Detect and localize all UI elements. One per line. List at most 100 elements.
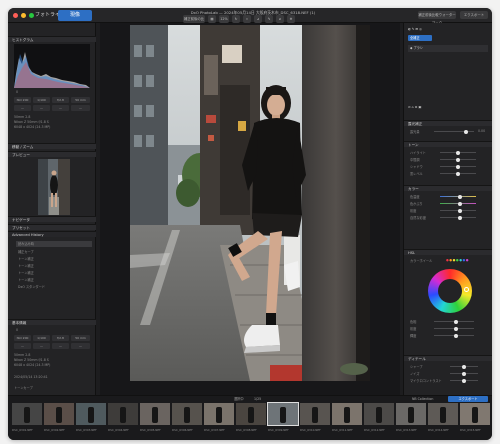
brush-tool-label: ブラシ <box>413 46 423 50</box>
filmstrip-thumbnail[interactable] <box>140 403 170 425</box>
color-wheel[interactable] <box>428 269 472 313</box>
left-panel: ヒストグラム ☾ 0 ISO 200 1/100 f/2.8 50 mm — —… <box>8 23 96 395</box>
rotate-icon[interactable]: ↻ <box>232 15 240 23</box>
collection-label[interactable]: NB Collection <box>412 396 433 402</box>
zoom-readout[interactable]: 12% <box>219 15 229 23</box>
detail-slider[interactable] <box>450 378 478 383</box>
hsl-hue-slider[interactable] <box>434 319 474 324</box>
export-top-button[interactable]: エクスポート <box>460 11 488 19</box>
history-item[interactable]: トーン補正 <box>18 263 34 268</box>
tone-slider[interactable] <box>440 150 476 155</box>
right-panel: ◐ ✎ ⊞ ◎ 全補正 ◆ ブラシ ⊘ ⌂ ⊗ ▣ 露光補正 露光量 0.00 … <box>403 23 492 395</box>
info-date: 2024/05/14 13:20:41 <box>14 375 48 379</box>
filmstrip-thumbnail[interactable] <box>396 403 426 425</box>
minimize-window-button[interactable] <box>21 13 26 18</box>
navigator-preview[interactable] <box>38 159 70 215</box>
filmstrip-label: DSC_6310.NEF <box>300 428 321 432</box>
history-item[interactable]: DxO スタンダード <box>18 284 45 289</box>
filmstrip-count: 選択中 <box>234 397 244 401</box>
workspace-button[interactable]: 補正前後比較ウォーターマーク <box>418 11 456 25</box>
thumbnail-figure <box>312 407 318 423</box>
move-zoom-header[interactable]: 移動 / ズーム <box>8 143 96 149</box>
exposure-section-header[interactable]: 露光補正 <box>404 120 492 126</box>
hsl-channel-dots[interactable]: ●●●●●●● <box>446 258 469 262</box>
history-item[interactable]: トーン補正 <box>18 256 34 261</box>
filmstrip-position: 1/25 <box>254 397 262 401</box>
thumbnail-figure <box>184 407 190 423</box>
close-window-button[interactable] <box>13 13 18 18</box>
moon-icon[interactable]: ☾ <box>16 83 19 87</box>
eyedropper-icon[interactable]: ⌀ <box>276 15 284 23</box>
history-item-selected[interactable]: 読み込み時 <box>16 241 92 247</box>
filmstrip-thumbnail[interactable] <box>332 403 362 425</box>
filmstrip-thumbnail[interactable] <box>108 403 138 425</box>
hsl-luminance-slider[interactable] <box>434 333 474 338</box>
title-bar: フォトライブラリ 現像 DxO PhotoLab — 2024年05月14日 大… <box>8 8 492 29</box>
filmstrip-thumbnail[interactable] <box>300 403 330 425</box>
history-item[interactable]: トーン補正 <box>18 270 34 275</box>
detail-section-header[interactable]: ディテール <box>404 355 492 361</box>
brush-icon[interactable]: ✎ <box>265 15 273 23</box>
filmstrip-thumbnail[interactable] <box>44 403 74 425</box>
history-item[interactable]: トーン補正 <box>18 277 34 282</box>
histogram-field: — <box>52 105 69 111</box>
pin-icon[interactable]: ⊕ <box>287 15 295 23</box>
hsl-saturation-slider[interactable] <box>434 326 474 331</box>
presets-header[interactable]: プリセット <box>8 224 96 230</box>
tone-slider[interactable] <box>440 171 476 176</box>
detail-slider[interactable] <box>450 371 478 376</box>
filmstrip-thumbnail[interactable] <box>267 402 299 426</box>
crop-icon[interactable]: ⌗ <box>243 15 251 23</box>
detail-slider[interactable] <box>450 364 478 369</box>
hsl-label: 彩度 <box>410 327 417 331</box>
preview-header[interactable]: プレビュー <box>8 151 96 157</box>
temperature-slider[interactable] <box>440 194 476 199</box>
filmstrip-thumbnail[interactable] <box>204 403 234 425</box>
tone-section-header[interactable]: トーン <box>404 141 492 147</box>
grid-icon[interactable]: ▦ <box>208 15 216 23</box>
histogram-focal: 50 mm <box>71 97 90 103</box>
brush-tool-row[interactable]: ◆ ブラシ <box>408 45 488 52</box>
hsl-mode[interactable]: カラーホイール <box>410 258 432 263</box>
export-button[interactable]: エクスポート <box>448 396 488 402</box>
tint-slider[interactable] <box>440 201 476 206</box>
info-field: — <box>33 343 50 349</box>
saturation-slider[interactable] <box>440 208 476 213</box>
histogram-header[interactable]: ヒストグラム <box>8 36 96 42</box>
info-aperture: f/2.8 <box>52 335 69 341</box>
filmstrip-label: DSC_6308.NEF <box>236 428 257 432</box>
filmstrip-thumbnail[interactable] <box>460 403 490 425</box>
filmstrip-thumbnail[interactable] <box>364 403 394 425</box>
filmstrip-thumbnail[interactable] <box>428 403 458 425</box>
thumbnail-figure <box>344 407 350 423</box>
tone-slider[interactable] <box>440 157 476 162</box>
main-photo[interactable] <box>130 25 370 381</box>
straighten-icon[interactable]: ⊿ <box>254 15 262 23</box>
filmstrip-thumbnail[interactable] <box>12 403 42 425</box>
filmstrip-thumbnail[interactable] <box>172 403 202 425</box>
tone-slider[interactable] <box>440 164 476 169</box>
info-header[interactable]: 基本情報 <box>8 319 96 325</box>
advanced-history-header[interactable]: Advanced History <box>8 231 96 237</box>
history-item[interactable]: 補正カーブ <box>18 249 34 254</box>
image-viewer[interactable] <box>100 23 400 395</box>
thumbnail-figure <box>440 407 446 423</box>
hsl-section-header[interactable]: HSL <box>404 249 492 255</box>
filmstrip-label: DSC_6314.NEF <box>428 428 449 432</box>
vibrance-slider[interactable] <box>440 215 476 220</box>
exif-line: Nikon Z 50mm f/1.8 S <box>14 120 49 124</box>
filmstrip-thumbnail[interactable] <box>236 403 266 425</box>
compare-button[interactable]: 補正前後の比較 <box>183 15 205 29</box>
color-section-header[interactable]: カラー <box>404 185 492 191</box>
left-footer: トーンカーブ <box>14 386 33 390</box>
tab-develop[interactable]: 現像 <box>58 10 92 21</box>
tab-all-corrections[interactable]: 全補正 <box>408 35 432 41</box>
exposure-slider[interactable] <box>434 129 474 134</box>
filmstrip-label: DSC_6303.NEF <box>76 428 97 432</box>
navigator-subheader[interactable]: ナビゲータ <box>8 216 96 222</box>
hue-handle[interactable] <box>464 287 469 292</box>
histogram-value: 0 <box>16 90 19 94</box>
filmstrip-thumbnail[interactable] <box>76 403 106 425</box>
histogram <box>14 44 90 88</box>
thumbnail-figure <box>120 407 126 423</box>
